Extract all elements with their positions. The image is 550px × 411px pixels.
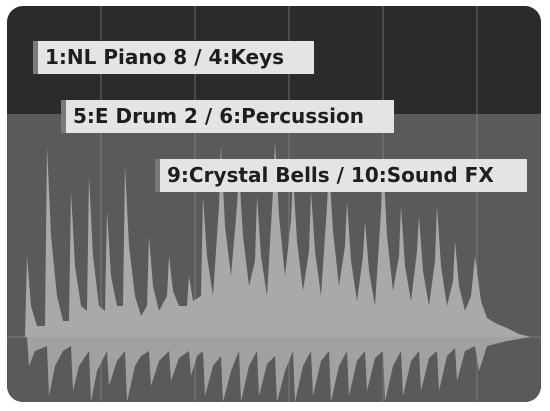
scene-label-text: 5:E Drum 2 / 6:Percussion xyxy=(73,104,364,128)
scene-label-drum-percussion[interactable]: 5:E Drum 2 / 6:Percussion xyxy=(61,100,394,133)
waveform-panel[interactable]: 1:NL Piano 8 / 4:Keys 5:E Drum 2 / 6:Per… xyxy=(7,6,541,402)
scene-label-piano-keys[interactable]: 1:NL Piano 8 / 4:Keys xyxy=(33,41,314,74)
scene-label-bells-soundfx[interactable]: 9:Crystal Bells / 10:Sound FX xyxy=(155,159,527,192)
scene-label-text: 9:Crystal Bells / 10:Sound FX xyxy=(167,163,494,187)
scene-label-text: 1:NL Piano 8 / 4:Keys xyxy=(45,45,285,69)
